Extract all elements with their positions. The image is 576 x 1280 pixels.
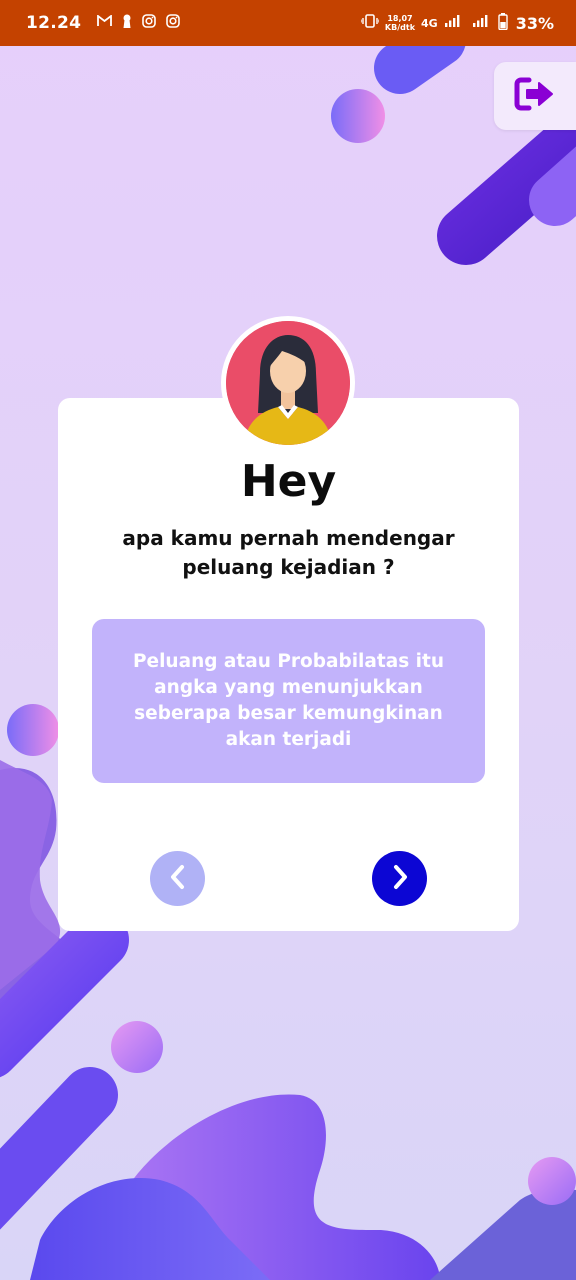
greeting-title: Hey — [240, 456, 337, 507]
vibrate-icon — [360, 14, 380, 32]
avatar-image — [226, 321, 350, 445]
battery-icon — [498, 12, 508, 34]
gmail-icon — [97, 14, 113, 31]
status-right: 18,07 KB/dtk 4G 33% — [360, 12, 554, 34]
status-time: 12.24 — [26, 13, 82, 33]
signal-icon — [444, 14, 460, 32]
previous-button[interactable] — [150, 851, 205, 906]
chevron-left-icon — [167, 864, 189, 894]
logout-icon — [513, 74, 557, 118]
network-speed-unit: KB/dtk — [384, 23, 416, 32]
instagram-icon — [142, 14, 157, 32]
battery-percent: 33% — [515, 13, 554, 33]
lesson-card: Hey apa kamu pernah mendengar peluang ke… — [58, 398, 519, 931]
keyhole-icon — [122, 14, 132, 32]
question-text: apa kamu pernah mendengar peluang kejadi… — [122, 526, 455, 579]
notification-icons — [97, 14, 181, 32]
avatar — [221, 316, 355, 450]
woman-avatar-icon — [226, 321, 350, 445]
next-button[interactable] — [372, 851, 427, 906]
network-speed: 18,07 KB/dtk — [385, 14, 415, 32]
instagram-icon — [166, 14, 181, 32]
signal-icon — [472, 14, 488, 32]
info-text: Peluang atau Probabilatas itu angka yang… — [132, 651, 445, 750]
network-type: 4G — [421, 16, 438, 30]
info-box: Peluang atau Probabilatas itu angka yang… — [92, 619, 485, 783]
logout-button[interactable] — [494, 62, 576, 130]
status-bar: 12.24 18,07 KB/dtk 4G 33% — [0, 0, 576, 46]
network-speed-value: 18,07 — [387, 14, 413, 23]
chevron-right-icon — [389, 864, 411, 894]
